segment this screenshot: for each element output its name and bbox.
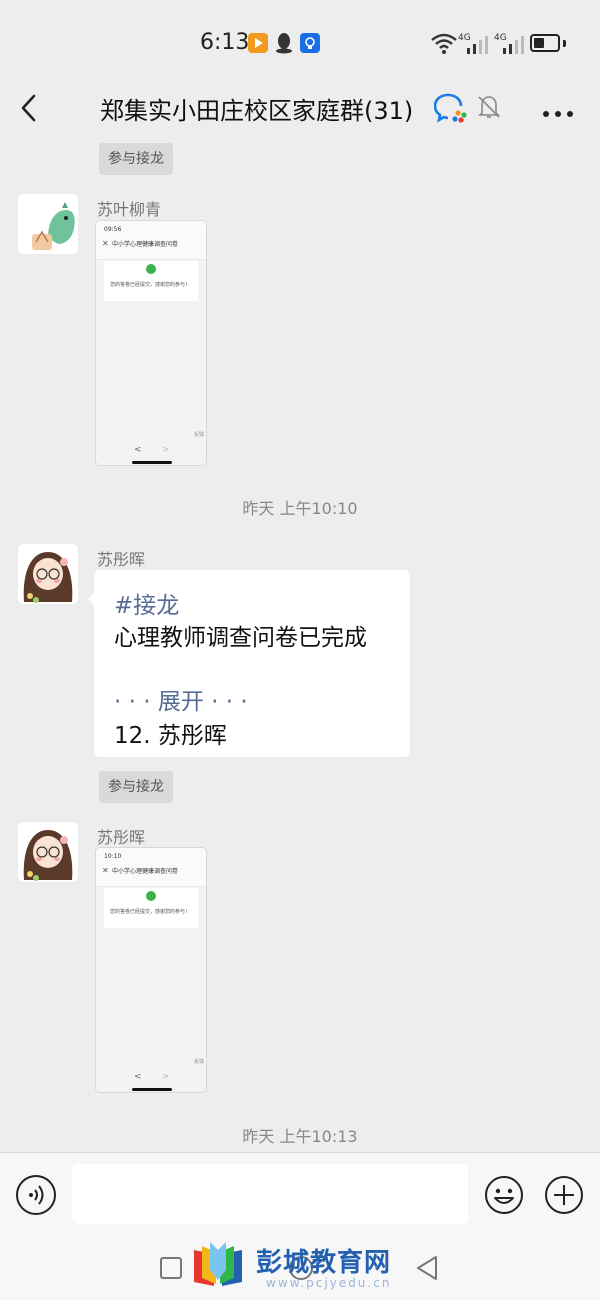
check-icon (146, 264, 156, 274)
screenshot-back-icon: < (134, 1072, 142, 1082)
mute-bell-icon (477, 93, 501, 121)
video-app-icon (248, 33, 268, 53)
more-options-icon[interactable] (540, 104, 576, 117)
screenshot-card: 您的答卷已经提交，感谢您的参与！ (104, 261, 198, 301)
avatar[interactable] (18, 194, 78, 254)
screenshot-back-icon: < (134, 445, 142, 455)
back-triangle-icon[interactable] (414, 1254, 440, 1282)
check-icon (146, 891, 156, 901)
screenshot-message: 您的答卷已经提交，感谢您的参与！ (110, 909, 191, 915)
screenshot-home-indicator (132, 1088, 172, 1091)
smart-assistant-icon (300, 33, 320, 53)
join-solitaire-button[interactable]: 参与接龙 (99, 771, 173, 803)
screenshot-title: 中小学心理健康调查问卷 (112, 241, 179, 248)
timestamp: 昨天 上午10:13 (242, 1127, 358, 1146)
qq-icon (274, 32, 294, 54)
watermark-book-logo (190, 1240, 246, 1290)
screenshot-title: 中小学心理健康调查问卷 (112, 868, 179, 875)
sender-name: 苏叶柳青 (97, 200, 162, 219)
watermark-url: www.pcjyedu.cn (266, 1276, 392, 1290)
screenshot-message: 您的答卷已经提交，感谢您的参与！ (110, 282, 191, 288)
screenshot-footer: 反馈 (194, 432, 205, 438)
avatar[interactable] (18, 822, 78, 882)
screenshot-close-icon: ✕ (102, 866, 109, 875)
signal-strength-icon (466, 36, 490, 54)
wifi-icon (430, 32, 458, 54)
sender-name: 苏彤晖 (97, 828, 146, 847)
solitaire-text: 心理教师调查问卷已完成 (114, 625, 367, 651)
timestamp: 昨天 上午10:10 (242, 499, 358, 518)
status-time: 6:13 (200, 30, 250, 55)
screenshot-time: 10:10 (104, 853, 122, 860)
screenshot-time: 09:56 (104, 226, 122, 233)
back-arrow-icon[interactable] (14, 92, 46, 124)
screenshot-forward-icon: > (162, 1072, 170, 1082)
chat-title: 郑集实小田庄校区家庭群(31) (100, 97, 414, 125)
screenshot-close-icon: ✕ (102, 239, 109, 248)
watermark-title: 彭城教育网 (256, 1248, 392, 1278)
recents-button[interactable] (160, 1257, 182, 1279)
screenshot-home-indicator (132, 461, 172, 464)
signal-strength-icon-2 (502, 36, 526, 54)
screenshot-footer: 反馈 (194, 1059, 205, 1065)
chat-header: 郑集实小田庄校区家庭群(31) (0, 78, 600, 142)
input-bar (0, 1152, 600, 1240)
add-icon[interactable] (544, 1175, 584, 1215)
voice-input-icon[interactable] (16, 1175, 56, 1215)
screenshot-card: 您的答卷已经提交，感谢您的参与！ (104, 888, 198, 928)
join-solitaire-button[interactable]: 参与接龙 (99, 143, 173, 175)
battery-tip (563, 40, 566, 47)
status-bar: 6:13 4G 4G (0, 0, 600, 78)
enterprise-wechat-icon (433, 93, 468, 123)
battery-icon (530, 34, 560, 52)
screenshot-topbar: 10:10 ✕ 中小学心理健康调查问卷 (96, 848, 206, 887)
screenshot-forward-icon: > (162, 445, 170, 455)
solitaire-hashtag[interactable]: #接龙 (114, 586, 179, 620)
avatar[interactable] (18, 544, 78, 604)
expand-link[interactable]: · · · 展开 · · · (114, 682, 248, 716)
screenshot-topbar: 09:56 ✕ 中小学心理健康调查问卷 (96, 221, 206, 260)
image-message[interactable]: 09:56 ✕ 中小学心理健康调查问卷 您的答卷已经提交，感谢您的参与！ 反馈 … (95, 220, 207, 466)
sender-name: 苏彤晖 (97, 550, 146, 569)
image-message[interactable]: 10:10 ✕ 中小学心理健康调查问卷 您的答卷已经提交，感谢您的参与！ 反馈 … (95, 847, 207, 1093)
battery-level (534, 38, 544, 48)
solitaire-entry: 12. 苏彤晖 (114, 723, 227, 749)
message-input[interactable] (72, 1164, 468, 1224)
emoji-icon[interactable] (484, 1175, 524, 1215)
solitaire-bubble[interactable]: #接龙 心理教师调查问卷已完成 · · · 展开 · · · 12. 苏彤晖 (94, 570, 410, 757)
